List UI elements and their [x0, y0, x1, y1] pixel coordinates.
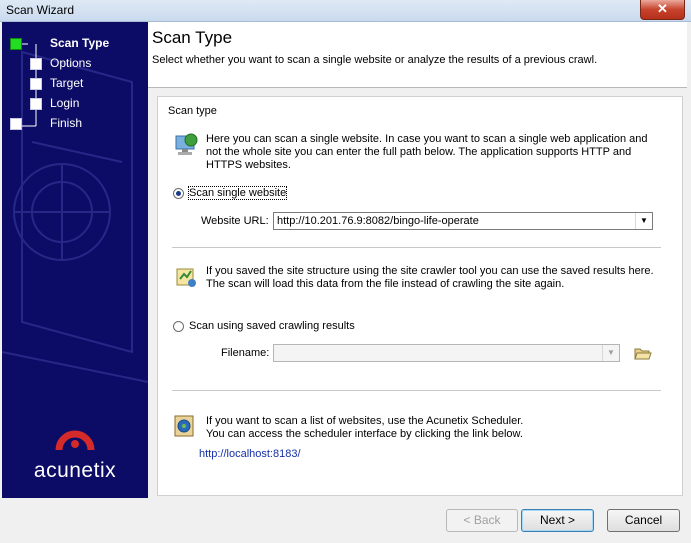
scan-saved-crawl-radio[interactable]: Scan using saved crawling results — [173, 320, 403, 334]
scheduler-icon — [174, 415, 194, 437]
window-title: Scan Wizard — [6, 3, 75, 17]
description-line: If you want to scan a list of websites, … — [206, 415, 524, 427]
scheduler-description: If you want to scan a list of websites, … — [206, 415, 523, 441]
step-marker — [30, 98, 42, 110]
crawler-results-icon — [176, 268, 196, 287]
folder-open-icon[interactable] — [634, 345, 652, 361]
website-url-combo[interactable]: http://10.201.76.9:8082/bingo-life-opera… — [273, 212, 653, 230]
back-button[interactable]: < Back — [446, 509, 518, 532]
acunetix-logo: acunetix — [2, 420, 148, 483]
scheduler-link[interactable]: http://localhost:8183/ — [199, 448, 301, 460]
radio-circle[interactable] — [173, 321, 184, 332]
crawl-description: If you saved the site structure using th… — [206, 265, 654, 291]
divider — [172, 390, 661, 391]
description-line: You can access the scheduler interface b… — [206, 428, 523, 440]
next-button[interactable]: Next > — [521, 509, 594, 532]
cancel-button[interactable]: Cancel — [607, 509, 680, 532]
chevron-down-icon[interactable]: ▼ — [635, 213, 652, 229]
step-label: Target — [50, 76, 84, 90]
single-description: Here you can scan a single website. In c… — [206, 133, 648, 172]
step-scan-type: Scan Type — [10, 36, 148, 54]
description-line: The scan will load this data from the fi… — [206, 278, 565, 290]
step-marker — [10, 118, 22, 130]
description-line: HTTPS websites. — [206, 159, 291, 171]
radio-label[interactable]: Scan single website — [187, 186, 288, 200]
website-url-value[interactable]: http://10.201.76.9:8082/bingo-life-opera… — [277, 215, 479, 227]
description-line: not the whole site you can enter the ful… — [206, 146, 632, 158]
group-label: Scan type — [168, 105, 217, 117]
description-line: Here you can scan a single website. In c… — [206, 133, 648, 145]
close-button[interactable]: ✕ — [640, 0, 685, 20]
step-login: Login — [10, 96, 148, 114]
step-marker — [30, 78, 42, 90]
scan-single-website-radio[interactable]: Scan single website — [173, 186, 373, 201]
radio-label[interactable]: Scan using saved crawling results — [189, 320, 355, 332]
page-title: Scan Type — [152, 28, 233, 47]
step-label: Options — [50, 56, 92, 70]
wizard-sidebar: Scan Type Options Target Login Finish ac… — [2, 22, 148, 498]
step-label: Login — [50, 96, 80, 110]
step-active-marker — [10, 38, 22, 50]
step-options: Options — [10, 56, 148, 74]
radio-circle[interactable] — [173, 188, 184, 199]
step-label: Scan Type — [50, 36, 110, 50]
scan-type-group: Scan type Here you can scan a single web… — [157, 96, 683, 496]
page-subtitle: Select whether you want to scan a single… — [152, 54, 598, 66]
filename-combo[interactable]: ▼ — [273, 344, 620, 362]
step-label: Finish — [50, 116, 83, 130]
computer-globe-icon — [175, 133, 198, 155]
radio-selected-dot — [176, 191, 181, 196]
step-marker — [30, 58, 42, 70]
divider — [172, 247, 661, 248]
acunetix-logo-icon — [55, 430, 95, 451]
logo-text: acunetix — [33, 459, 117, 482]
website-url-label: Website URL: — [201, 215, 269, 227]
chevron-down-icon[interactable]: ▼ — [602, 345, 619, 361]
page-header: Scan Type Select whether you want to sca… — [148, 22, 687, 88]
step-target: Target — [10, 76, 148, 94]
description-line: If you saved the site structure using th… — [206, 265, 654, 277]
step-finish: Finish — [10, 116, 148, 134]
title-bar: Scan Wizard ✕ — [0, 0, 691, 22]
filename-label: Filename: — [221, 347, 270, 359]
